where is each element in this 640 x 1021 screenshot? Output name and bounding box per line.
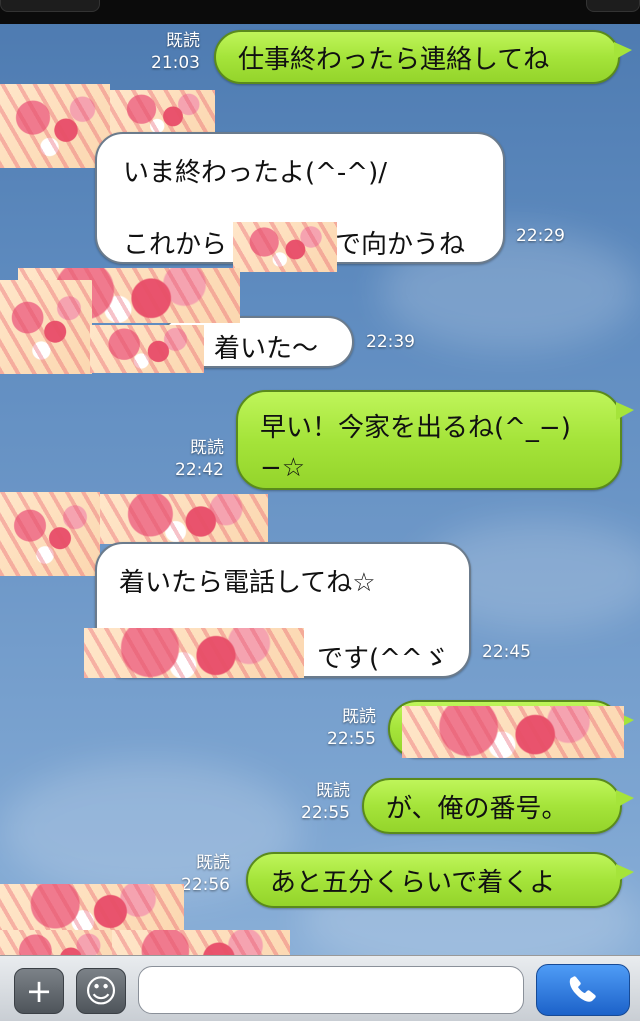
read-receipt: 既読 22:55 (301, 781, 350, 823)
menu-button[interactable] (586, 0, 640, 12)
sticker-image (0, 884, 184, 934)
message-bubble-sent[interactable]: 早い！今家を出るね(^_−)−☆ (236, 390, 634, 490)
message-time: 22:29 (516, 226, 565, 246)
message-bubble-sent[interactable]: 仕事終わったら連絡してね (214, 30, 632, 84)
sticker-image (0, 84, 110, 168)
sticker-image (0, 492, 100, 576)
message-text: です(^^ゞ (317, 644, 449, 674)
read-receipt: 既読 22:42 (175, 438, 224, 480)
call-button[interactable] (536, 964, 630, 1016)
message-text: 仕事終わったら連絡してね (238, 44, 550, 75)
message-text: これから (123, 230, 228, 260)
sticker-button[interactable]: ☺ (76, 968, 126, 1014)
status-bar (0, 0, 640, 24)
sticker-image (90, 325, 204, 373)
sticker-image (0, 280, 92, 374)
read-receipt: 既読 22:55 (327, 707, 376, 749)
sticker-image (110, 90, 215, 138)
message-text: いま終わったよ(^-^)/ (123, 158, 387, 188)
phone-icon (569, 976, 596, 1002)
read-receipt: 既読 21:03 (151, 31, 200, 73)
message-time: 22:39 (366, 332, 415, 352)
plus-icon: + (25, 972, 53, 1010)
message-text: 着いた～ (214, 334, 319, 364)
message-bubble-sent[interactable]: あと五分くらいで着くよ (246, 852, 634, 908)
message-text: 早い！今家を出るね(^_−)−☆ (260, 413, 571, 483)
back-button[interactable] (0, 0, 100, 12)
message-time: 22:45 (482, 642, 531, 662)
message-text: 着いたら電話してね☆ (119, 568, 376, 598)
sticker-image (84, 628, 304, 678)
sticker-image (233, 222, 337, 272)
sticker-image (100, 494, 268, 544)
message-bubble-sent[interactable]: が、俺の番号。 (362, 778, 634, 834)
sticker-image (402, 706, 624, 758)
smiley-icon: ☺ (84, 972, 118, 1010)
message-input[interactable] (138, 966, 524, 1014)
message-text: あと五分くらいで着くよ (270, 867, 556, 898)
message-text: で向かうね (335, 230, 466, 260)
add-attachment-button[interactable]: + (14, 968, 64, 1014)
message-text: が、俺の番号。 (386, 793, 568, 824)
